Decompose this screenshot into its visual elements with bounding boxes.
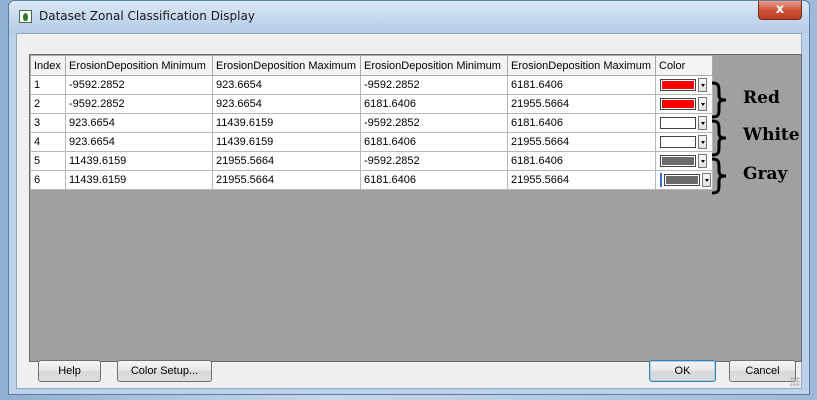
label-red: Red [743,88,780,108]
cell-erosion-min-2[interactable]: 6181.6406 [360,170,508,190]
cell-erosion-max-1[interactable]: 11439.6159 [212,113,361,133]
cell-erosion-min-1[interactable]: 11439.6159 [65,170,213,190]
ok-button[interactable]: OK [649,360,716,382]
cell-erosion-max-2[interactable]: 21955.5664 [507,94,656,114]
table-body: 1 -9592.2852 923.6654 -9592.2852 6181.6406 2-… [30,75,713,190]
color-picker[interactable] [660,115,712,131]
color-swatch[interactable] [664,174,700,186]
column-header-erosion-min-1[interactable]: ErosionDeposition Minimum [65,55,213,76]
cell-color[interactable] [655,94,713,114]
cell-erosion-max-2[interactable]: 21955.5664 [507,170,656,190]
close-button[interactable]: x [758,1,802,20]
label-white: White [743,125,800,145]
chevron-down-icon[interactable] [698,78,707,92]
column-header-erosion-max-1[interactable]: ErosionDeposition Maximum [212,55,361,76]
cell-erosion-max-2[interactable]: 21955.5664 [507,132,656,152]
cell-erosion-min-2[interactable]: 6181.6406 [360,132,508,152]
cell-color[interactable] [655,170,713,190]
cell-color[interactable] [655,75,713,95]
color-swatch[interactable] [660,155,696,167]
cell-erosion-max-1[interactable]: 923.6654 [212,75,361,95]
dialog-window: Dataset Zonal Classification Display x I… [8,0,810,395]
brace-white [711,119,727,157]
cell-erosion-min-1[interactable]: 923.6654 [65,132,213,152]
focus-indicator [660,173,662,187]
chevron-down-icon[interactable] [698,135,707,149]
cell-index[interactable]: 3 [30,113,66,133]
column-header-erosion-min-2[interactable]: ErosionDeposition Minimum [360,55,508,76]
app-icon [19,10,32,23]
cell-erosion-min-1[interactable]: -9592.2852 [65,94,213,114]
resize-grip-icon[interactable] [790,377,800,387]
color-swatch[interactable] [660,136,696,148]
cell-index[interactable]: 1 [30,75,66,95]
cell-erosion-min-2[interactable]: -9592.2852 [360,113,508,133]
cell-erosion-max-2[interactable]: 6181.6406 [507,75,656,95]
color-picker[interactable] [660,134,712,150]
classification-table: Index ErosionDeposition Minimum ErosionD… [30,55,713,190]
table-row[interactable]: 5 11439.6159 21955.5664 -9592.2852 6181.6406 [30,151,713,171]
table-row[interactable]: 6 11439.6159 21955.5664 6181.6406 21955.5664 [30,170,713,190]
color-setup-button[interactable]: Color Setup... [117,360,212,382]
column-header-index[interactable]: Index [30,55,66,76]
cell-index[interactable]: 4 [30,132,66,152]
color-swatch[interactable] [660,79,696,91]
cell-color[interactable] [655,151,713,171]
color-swatch-fill [662,138,694,146]
cell-erosion-max-2[interactable]: 6181.6406 [507,113,656,133]
cell-erosion-max-2[interactable]: 6181.6406 [507,151,656,171]
cell-erosion-max-1[interactable]: 11439.6159 [212,132,361,152]
chevron-down-icon[interactable] [698,154,707,168]
color-swatch-fill [666,176,698,184]
chevron-down-icon[interactable] [698,116,707,130]
cell-color[interactable] [655,132,713,152]
table-header-row: Index ErosionDeposition Minimum ErosionD… [30,55,713,76]
title-bar[interactable]: Dataset Zonal Classification Display x [9,1,809,33]
cell-index[interactable]: 6 [30,170,66,190]
cell-erosion-min-2[interactable]: 6181.6406 [360,94,508,114]
cell-index[interactable]: 5 [30,151,66,171]
color-swatch[interactable] [660,98,696,110]
brace-red [711,81,727,119]
color-swatch-fill [662,157,694,165]
chevron-down-icon[interactable] [698,97,707,111]
color-picker[interactable] [660,96,712,112]
classification-grid: Index ErosionDeposition Minimum ErosionD… [29,54,802,362]
brace-annotations [711,81,727,195]
color-picker[interactable] [660,172,712,188]
cell-erosion-min-2[interactable]: -9592.2852 [360,75,508,95]
table-row[interactable]: 3 923.6654 11439.6159 -9592.2852 6181.6406 [30,113,713,133]
color-picker[interactable] [660,153,712,169]
table-row[interactable]: 4 923.6654 11439.6159 6181.6406 21955.5664 [30,132,713,152]
table-row[interactable]: 1 -9592.2852 923.6654 -9592.2852 6181.6406 [30,75,713,95]
table-row[interactable]: 2 -9592.2852 923.6654 6181.6406 21955.5664 [30,94,713,114]
brace-gray [711,157,727,195]
cell-erosion-min-2[interactable]: -9592.2852 [360,151,508,171]
cell-erosion-max-1[interactable]: 923.6654 [212,94,361,114]
dialog-client-area: Index ErosionDeposition Minimum ErosionD… [16,33,802,389]
cell-erosion-max-1[interactable]: 21955.5664 [212,151,361,171]
cell-erosion-max-1[interactable]: 21955.5664 [212,170,361,190]
column-header-color[interactable]: Color [655,55,713,76]
color-swatch-fill [662,119,694,127]
window-title: Dataset Zonal Classification Display [39,9,255,23]
cell-erosion-min-1[interactable]: 923.6654 [65,113,213,133]
help-button[interactable]: Help [38,360,101,382]
cell-erosion-min-1[interactable]: -9592.2852 [65,75,213,95]
color-swatch-fill [662,100,694,108]
color-swatch[interactable] [660,117,696,129]
color-picker[interactable] [660,77,712,93]
cell-erosion-min-1[interactable]: 11439.6159 [65,151,213,171]
cell-color[interactable] [655,113,713,133]
cancel-button[interactable]: Cancel [729,360,796,382]
label-gray: Gray [743,164,788,184]
color-swatch-fill [662,81,694,89]
cell-index[interactable]: 2 [30,94,66,114]
column-header-erosion-max-2[interactable]: ErosionDeposition Maximum [507,55,656,76]
